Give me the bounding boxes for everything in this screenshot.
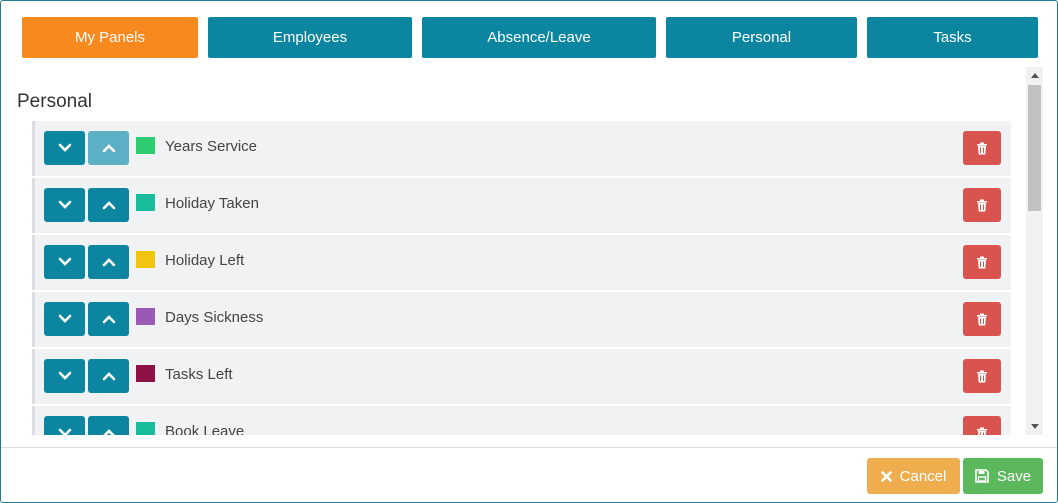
tab-employees[interactable]: Employees (208, 17, 412, 58)
panel-label: Holiday Taken (165, 195, 259, 212)
move-down-button[interactable] (44, 188, 85, 222)
vertical-scrollbar[interactable] (1026, 67, 1043, 435)
chevron-up-icon (102, 372, 115, 381)
chevron-down-icon (58, 143, 71, 152)
chevron-down-icon (58, 314, 71, 323)
delete-button[interactable] (963, 416, 1001, 435)
delete-button[interactable] (963, 359, 1001, 393)
chevron-down-icon (58, 200, 71, 209)
scroll-up-arrow-icon[interactable] (1026, 67, 1043, 84)
trash-icon (977, 370, 987, 382)
section-title: Personal (17, 91, 92, 112)
panel-row: Holiday Taken (32, 178, 1011, 233)
tab-bar: My Panels Employees Absence/Leave Person… (1, 1, 1057, 67)
panel-list-scroll-area[interactable]: Personal Years Service Holiday Taken Hol… (1, 67, 1043, 435)
trash-icon (977, 313, 987, 325)
chevron-up-icon (102, 201, 115, 210)
delete-button[interactable] (963, 245, 1001, 279)
delete-button[interactable] (963, 188, 1001, 222)
color-swatch (136, 251, 155, 268)
tab-tasks[interactable]: Tasks (867, 17, 1038, 58)
cancel-button[interactable]: Cancel (867, 458, 960, 494)
close-icon (880, 470, 892, 482)
tab-absence-leave[interactable]: Absence/Leave (422, 17, 656, 58)
chevron-up-icon (102, 144, 115, 153)
move-down-button[interactable] (44, 245, 85, 279)
chevron-up-icon (102, 258, 115, 267)
move-down-button[interactable] (44, 302, 85, 336)
move-down-button[interactable] (44, 416, 85, 435)
panel-editor-dialog: My Panels Employees Absence/Leave Person… (0, 0, 1058, 503)
panel-row: Days Sickness (32, 292, 1011, 347)
panel-row: Book Leave (32, 406, 1011, 435)
trash-icon (977, 427, 987, 435)
panel-row: Holiday Left (32, 235, 1011, 290)
save-label: Save (996, 467, 1032, 485)
chevron-down-icon (58, 257, 71, 266)
tab-personal[interactable]: Personal (666, 17, 857, 58)
panel-label: Years Service (165, 138, 257, 155)
save-button[interactable]: Save (963, 458, 1043, 494)
panel-label: Tasks Left (165, 366, 233, 383)
floppy-disk-icon (975, 469, 989, 483)
panel-label: Days Sickness (165, 309, 264, 326)
chevron-down-icon (58, 428, 71, 435)
trash-icon (977, 199, 987, 211)
chevron-down-icon (58, 371, 71, 380)
cancel-label: Cancel (899, 467, 947, 485)
move-up-button[interactable] (88, 188, 129, 222)
scroll-down-arrow-icon[interactable] (1026, 418, 1043, 435)
panel-row: Tasks Left (32, 349, 1011, 404)
scrollbar-thumb[interactable] (1028, 85, 1041, 211)
move-up-button[interactable] (88, 416, 129, 435)
color-swatch (136, 365, 155, 382)
panel-label: Book Leave (165, 423, 245, 435)
color-swatch (136, 194, 155, 211)
delete-button[interactable] (963, 302, 1001, 336)
panel-list: Years Service Holiday Taken Holiday Left… (32, 121, 1011, 435)
move-up-button[interactable] (88, 245, 129, 279)
move-up-button[interactable] (88, 131, 129, 165)
color-swatch (136, 137, 155, 154)
color-swatch (136, 308, 155, 325)
trash-icon (977, 142, 987, 154)
chevron-up-icon (102, 429, 115, 435)
move-down-button[interactable] (44, 131, 85, 165)
delete-button[interactable] (963, 131, 1001, 165)
move-up-button[interactable] (88, 302, 129, 336)
chevron-up-icon (102, 315, 115, 324)
tab-my-panels[interactable]: My Panels (22, 17, 198, 58)
move-up-button[interactable] (88, 359, 129, 393)
color-swatch (136, 422, 155, 435)
panel-label: Holiday Left (165, 252, 245, 269)
trash-icon (977, 256, 987, 268)
move-down-button[interactable] (44, 359, 85, 393)
panel-row: Years Service (32, 121, 1011, 176)
dialog-footer: Cancel Save (1, 447, 1057, 502)
